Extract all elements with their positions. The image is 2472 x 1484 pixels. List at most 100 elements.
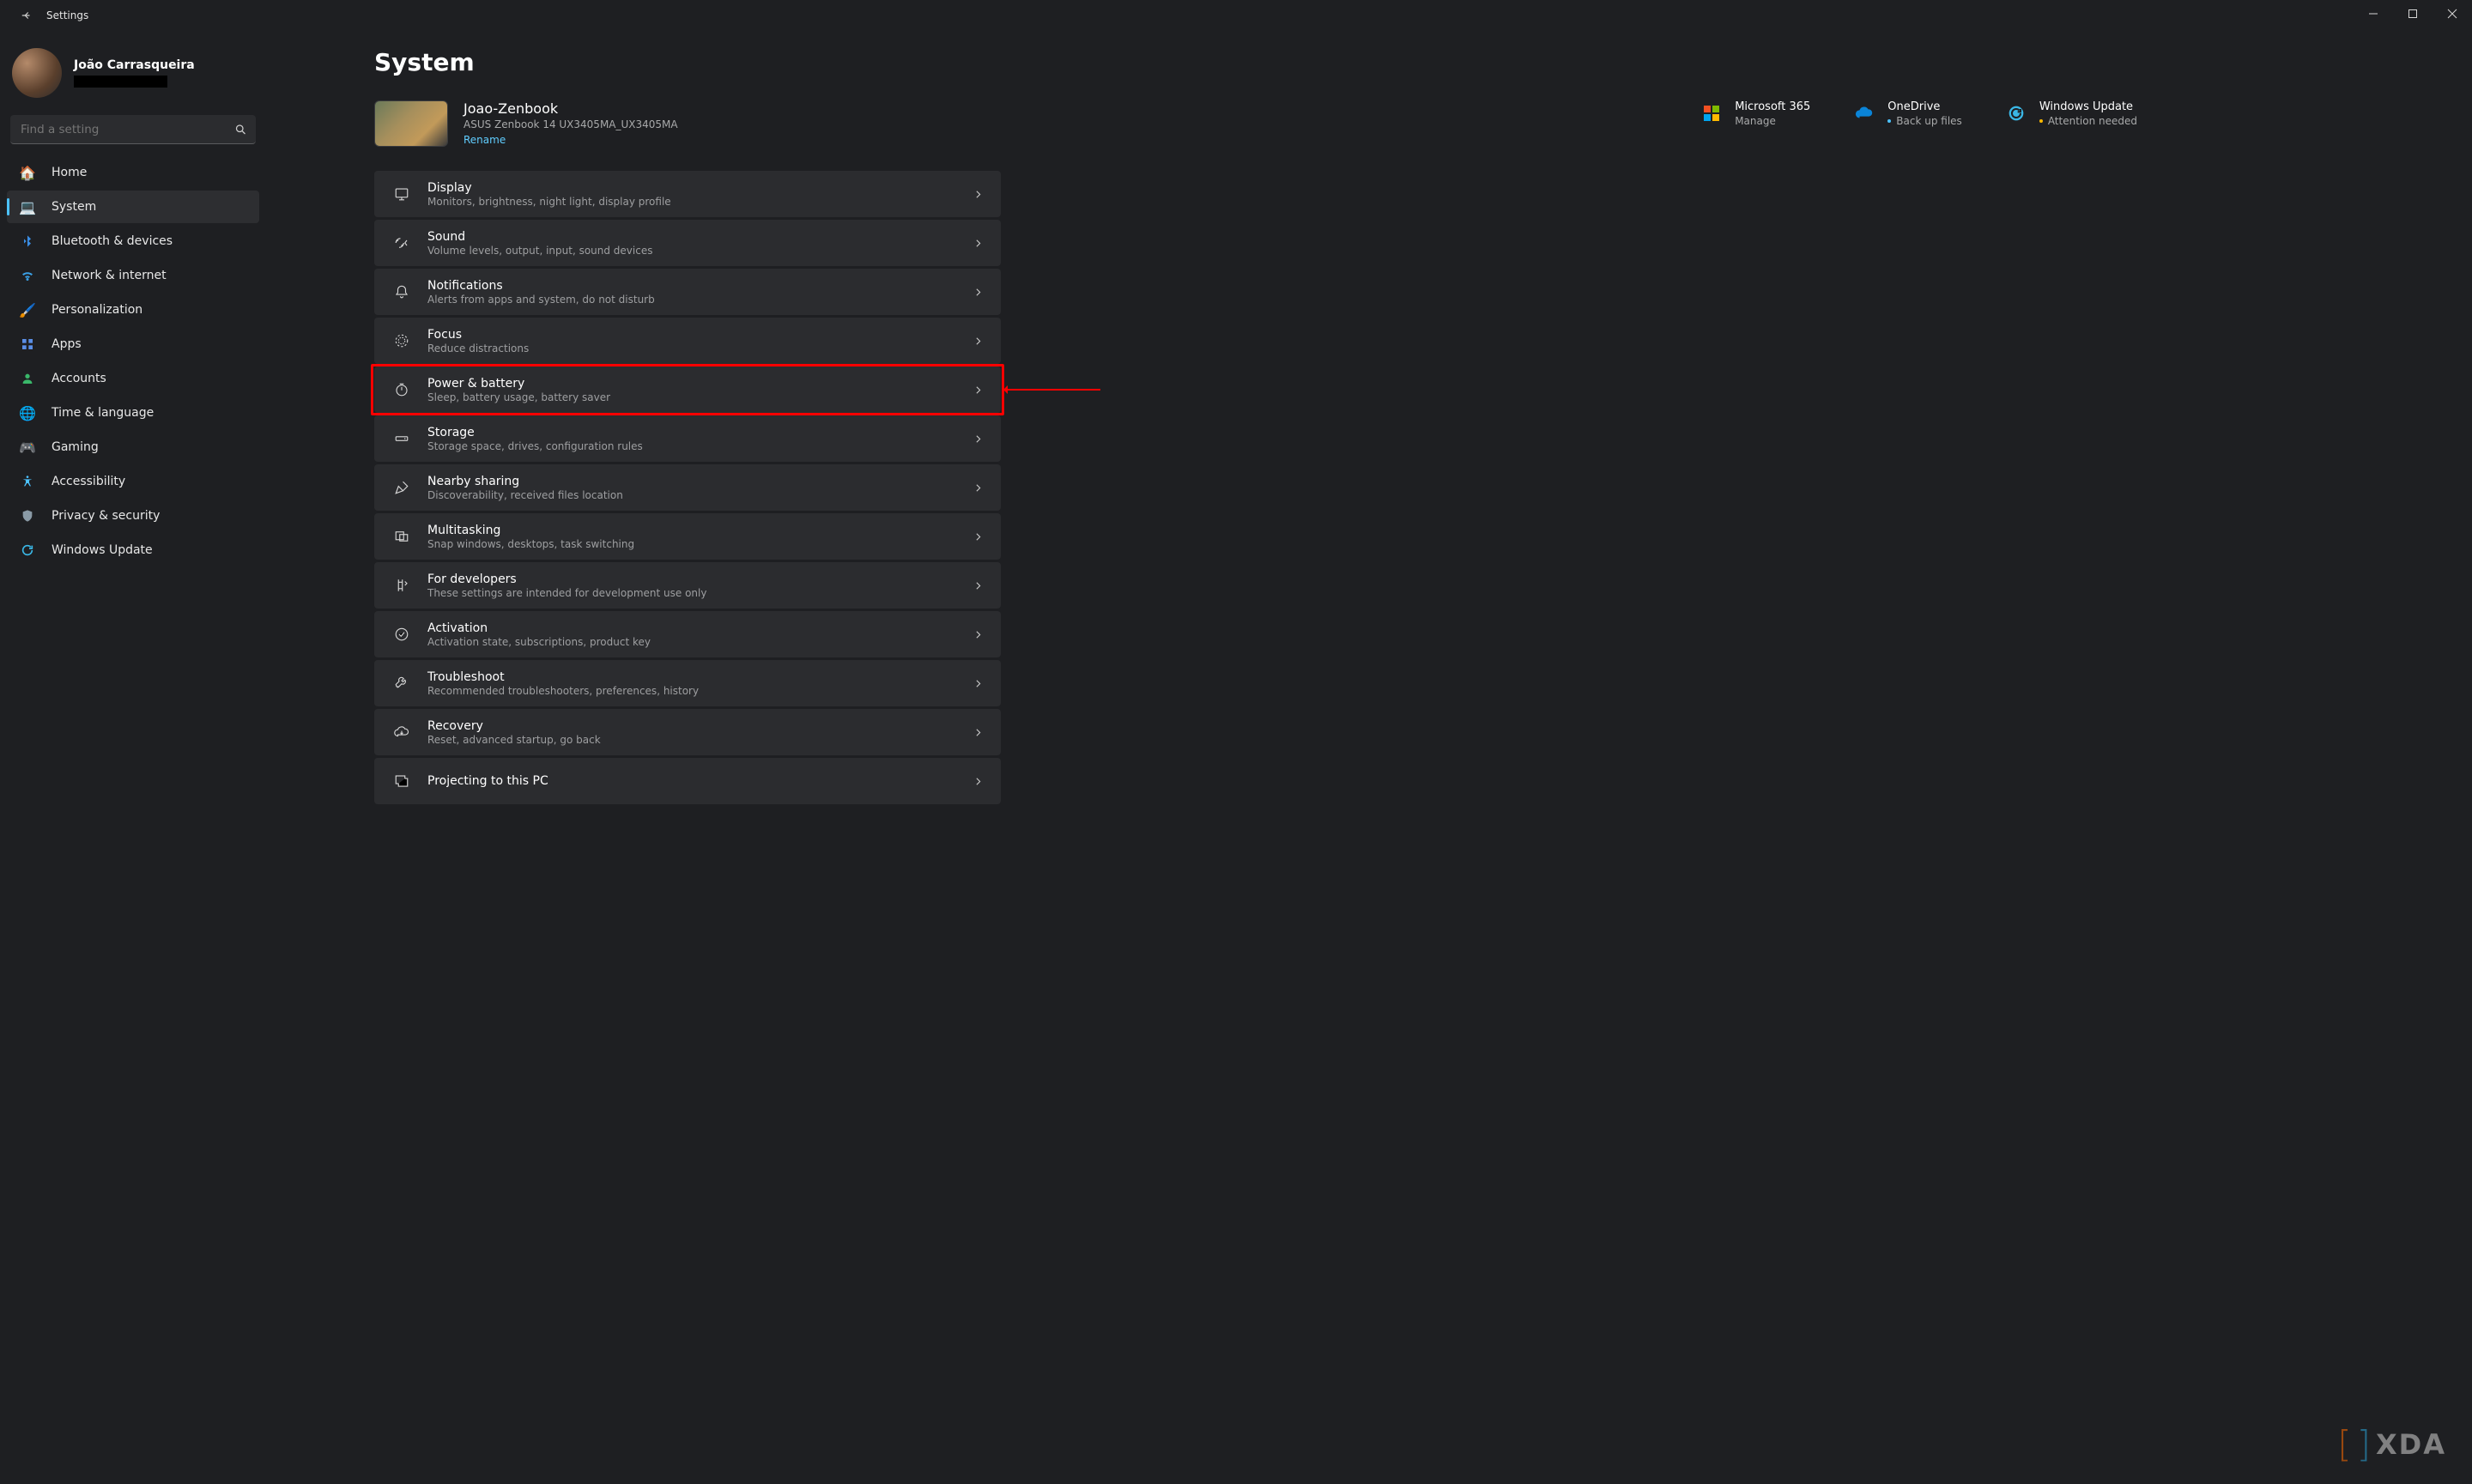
sidebar-item-label: Personalization (52, 303, 142, 317)
chevron-right-icon (972, 776, 984, 787)
setting-row-icon (390, 431, 414, 446)
update-icon (19, 542, 36, 559)
setting-row-icon (390, 284, 414, 300)
setting-row-icon (390, 578, 414, 593)
setting-item-display[interactable]: DisplayMonitors, brightness, night light… (374, 171, 1001, 217)
sidebar-item-apps[interactable]: Apps (7, 328, 259, 360)
sidebar-item-privacy[interactable]: Privacy & security (7, 500, 259, 532)
setting-row-icon (390, 382, 414, 397)
status-label: OneDrive (1887, 100, 1962, 113)
sidebar-item-accounts[interactable]: Accounts (7, 362, 259, 395)
setting-item-activation[interactable]: ActivationActivation state, subscription… (374, 611, 1001, 657)
setting-item-notifications[interactable]: NotificationsAlerts from apps and system… (374, 269, 1001, 315)
setting-item-recovery[interactable]: RecoveryReset, advanced startup, go back (374, 709, 1001, 755)
sidebar-item-gaming[interactable]: 🎮 Gaming (7, 431, 259, 463)
onedrive-icon (1853, 102, 1875, 124)
status-windows-update[interactable]: Windows Update Attention needed (2005, 100, 2137, 127)
setting-title: Sound (427, 230, 652, 244)
setting-subtitle: Reset, advanced startup, go back (427, 734, 601, 746)
profile-block[interactable]: João Carrasqueira (7, 39, 259, 115)
back-button[interactable] (12, 1, 41, 30)
setting-item-projecting-to-this-pc[interactable]: Projecting to this PC (374, 758, 1001, 804)
status-sub: Back up files (1887, 115, 1962, 127)
setting-item-sound[interactable]: SoundVolume levels, output, input, sound… (374, 220, 1001, 266)
sidebar-item-time[interactable]: 🌐 Time & language (7, 397, 259, 429)
setting-item-troubleshoot[interactable]: TroubleshootRecommended troubleshooters,… (374, 660, 1001, 706)
setting-row-icon (390, 627, 414, 642)
chevron-right-icon (972, 433, 984, 445)
sidebar-item-personalization[interactable]: 🖌️ Personalization (7, 294, 259, 326)
setting-title: Display (427, 181, 671, 195)
status-microsoft365[interactable]: Microsoft 365 Manage (1700, 100, 1810, 127)
sidebar-item-system[interactable]: 💻 System (7, 191, 259, 223)
setting-row-icon (390, 529, 414, 544)
bluetooth-icon (19, 233, 36, 250)
wifi-icon (19, 267, 36, 284)
sidebar-item-bluetooth[interactable]: Bluetooth & devices (7, 225, 259, 257)
setting-subtitle: Activation state, subscriptions, product… (427, 636, 651, 648)
status-label: Windows Update (2039, 100, 2137, 113)
profile-email-redacted (74, 76, 167, 88)
settings-list: DisplayMonitors, brightness, night light… (374, 171, 1001, 804)
device-name: Joao-Zenbook (464, 100, 678, 117)
avatar (12, 48, 62, 98)
annotation-arrow (1006, 389, 1100, 391)
setting-item-for-developers[interactable]: For developersThese settings are intende… (374, 562, 1001, 609)
minimize-icon (2368, 9, 2378, 19)
setting-title: Storage (427, 426, 643, 439)
microsoft365-icon (1700, 102, 1723, 124)
sidebar-item-update[interactable]: Windows Update (7, 534, 259, 566)
shield-icon (19, 507, 36, 524)
setting-title: Troubleshoot (427, 670, 699, 684)
maximize-icon (2408, 9, 2418, 19)
setting-title: Multitasking (427, 524, 634, 537)
chevron-right-icon (972, 580, 984, 591)
chevron-right-icon (972, 385, 984, 396)
chevron-right-icon (972, 482, 984, 494)
minimize-button[interactable] (2354, 0, 2393, 27)
sidebar-item-label: Apps (52, 337, 82, 351)
sidebar-item-label: Privacy & security (52, 509, 160, 523)
search-input[interactable] (10, 115, 256, 144)
setting-subtitle: Alerts from apps and system, do not dist… (427, 294, 655, 306)
close-icon (2447, 9, 2457, 19)
setting-item-multitasking[interactable]: MultitaskingSnap windows, desktops, task… (374, 513, 1001, 560)
sidebar-item-label: Bluetooth & devices (52, 234, 173, 248)
chevron-right-icon (972, 678, 984, 689)
status-sub: Attention needed (2039, 115, 2137, 127)
setting-item-focus[interactable]: FocusReduce distractions (374, 318, 1001, 364)
sidebar-item-home[interactable]: 🏠 Home (7, 156, 259, 189)
profile-name: João Carrasqueira (74, 58, 195, 72)
setting-title: Nearby sharing (427, 475, 623, 488)
setting-item-storage[interactable]: StorageStorage space, drives, configurat… (374, 415, 1001, 462)
setting-item-power-battery[interactable]: Power & batterySleep, battery usage, bat… (374, 366, 1001, 413)
setting-title: Notifications (427, 279, 655, 293)
close-button[interactable] (2433, 0, 2472, 27)
rename-link[interactable]: Rename (464, 134, 678, 146)
person-icon (19, 370, 36, 387)
search-icon (234, 124, 247, 136)
main-content: System Joao-Zenbook ASUS Zenbook 14 UX34… (266, 31, 2472, 1484)
setting-title: Projecting to this PC (427, 774, 548, 788)
accessibility-icon (19, 473, 36, 490)
window-title: Settings (46, 9, 88, 21)
setting-subtitle: Recommended troubleshooters, preferences… (427, 685, 699, 697)
setting-item-nearby-sharing[interactable]: Nearby sharingDiscoverability, received … (374, 464, 1001, 511)
nav-list: 🏠 Home 💻 System Bluetooth & devices (7, 156, 259, 566)
setting-row-icon (390, 333, 414, 348)
setting-title: Recovery (427, 719, 601, 733)
setting-subtitle: Storage space, drives, configuration rul… (427, 440, 643, 452)
apps-icon (19, 336, 36, 353)
status-onedrive[interactable]: OneDrive Back up files (1853, 100, 1962, 127)
setting-row-icon (390, 186, 414, 202)
sidebar-item-label: Gaming (52, 440, 99, 454)
sidebar-item-label: Network & internet (52, 269, 167, 282)
sidebar-item-accessibility[interactable]: Accessibility (7, 465, 259, 498)
maximize-button[interactable] (2393, 0, 2433, 27)
globe-clock-icon: 🌐 (19, 404, 36, 421)
sidebar-item-label: Windows Update (52, 543, 153, 557)
system-icon: 💻 (19, 198, 36, 215)
device-header: Joao-Zenbook ASUS Zenbook 14 UX3405MA_UX… (374, 100, 2446, 147)
sidebar-item-label: Time & language (52, 406, 154, 420)
sidebar-item-network[interactable]: Network & internet (7, 259, 259, 292)
